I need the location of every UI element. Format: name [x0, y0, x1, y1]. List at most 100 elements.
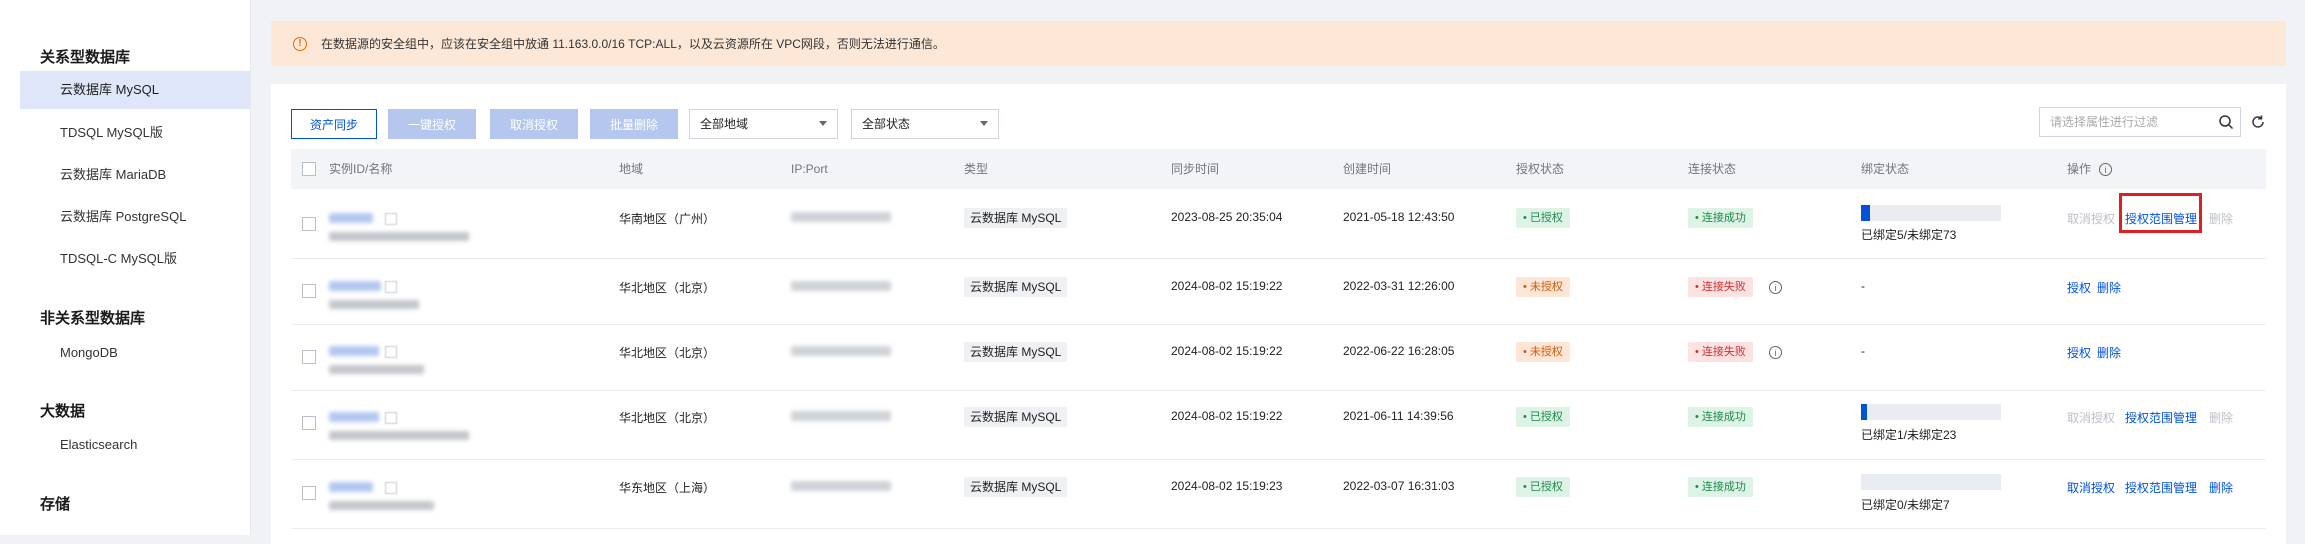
row-checkbox[interactable]: [302, 284, 316, 298]
conn-status-text: 连接失败: [1701, 281, 1746, 293]
sync-time-cell: 2024-08-02 15:19:22: [1171, 409, 1283, 423]
instance-name: [329, 431, 469, 440]
conn-status-badge: • 连接成功: [1688, 407, 1753, 427]
row-checkbox[interactable]: [302, 416, 316, 430]
auth-link[interactable]: 授权: [2067, 344, 2091, 361]
bind-progress-bar: [1861, 404, 2001, 420]
region-cell: 华南地区（广州）: [619, 212, 716, 226]
sidebar-item-mariadb[interactable]: 云数据库 MariaDB: [20, 156, 250, 194]
type-tag: 云数据库 MySQL: [964, 342, 1068, 362]
copy-icon[interactable]: [385, 482, 397, 494]
cancel-auth-link[interactable]: 取消授权: [2067, 210, 2115, 227]
delete-link[interactable]: 删除: [2097, 279, 2121, 296]
bind-progress-fill: [1861, 404, 1867, 420]
info-icon[interactable]: i: [1769, 281, 1782, 294]
status-select-value: 全部状态: [862, 117, 911, 131]
chevron-down-icon: [819, 121, 827, 126]
instance-id-link[interactable]: [329, 213, 373, 223]
instance-id-link[interactable]: [329, 281, 381, 291]
created-time-cell: 2022-03-31 12:26:00: [1343, 279, 1455, 293]
sidebar-item-postgresql[interactable]: 云数据库 PostgreSQL: [20, 198, 250, 236]
conn-status-text: 连接成功: [1701, 411, 1746, 423]
auth-scope-manage-link[interactable]: 授权范围管理: [2125, 409, 2197, 426]
cancel-auth-link[interactable]: 取消授权: [2067, 409, 2115, 426]
conn-status-badge: • 连接成功: [1688, 208, 1753, 228]
bind-status-text: 已绑定0/未绑定7: [1861, 498, 1950, 512]
region-select[interactable]: 全部地域: [689, 109, 838, 139]
conn-status-text: 连接成功: [1701, 212, 1746, 224]
created-time-cell: 2022-06-22 16:28:05: [1343, 344, 1455, 358]
select-all-checkbox[interactable]: [302, 162, 316, 176]
sync-time-cell: 2024-08-02 15:19:22: [1171, 344, 1283, 358]
sidebar-item-tdsql-c[interactable]: TDSQL-C MySQL版: [20, 240, 250, 278]
auth-status-text: 已授权: [1529, 411, 1563, 423]
delete-link[interactable]: 删除: [2209, 479, 2233, 496]
conn-status-badge: • 连接成功: [1688, 477, 1753, 497]
instance-id-link[interactable]: [329, 346, 379, 356]
type-tag: 云数据库 MySQL: [964, 277, 1068, 297]
delete-link[interactable]: 删除: [2209, 409, 2233, 426]
cancel-auth-link[interactable]: 取消授权: [2067, 479, 2115, 496]
copy-icon[interactable]: [385, 213, 397, 225]
warning-circle-icon: !: [293, 36, 307, 51]
copy-icon[interactable]: [385, 412, 397, 424]
cancel-auth-button[interactable]: 取消授权: [490, 109, 578, 139]
th-bind-status: 绑定状态: [1861, 162, 1910, 176]
auth-status-badge: • 已授权: [1516, 477, 1570, 497]
one-key-auth-button[interactable]: 一键授权: [388, 109, 476, 139]
auth-status-text: 已授权: [1529, 481, 1563, 493]
instance-name: [329, 501, 434, 510]
bind-status-text: 已绑定1/未绑定23: [1861, 428, 1957, 442]
search-icon[interactable]: [2218, 114, 2234, 130]
bind-progress-fill: [1861, 205, 1870, 221]
bind-status-text: -: [1861, 344, 1865, 358]
table-row: 华北地区（北京） 云数据库 MySQL 2024-08-02 15:19:22 …: [291, 324, 2266, 391]
region-cell: 华北地区（北京）: [619, 346, 716, 360]
row-checkbox[interactable]: [302, 350, 316, 364]
batch-delete-button[interactable]: 批量删除: [590, 109, 678, 139]
th-instance: 实例ID/名称: [329, 162, 393, 176]
chevron-down-icon: [980, 121, 988, 126]
sidebar-group-storage: 存储: [40, 496, 71, 513]
auth-status-badge: • 未授权: [1516, 342, 1570, 362]
created-time-cell: 2021-05-18 12:43:50: [1343, 210, 1455, 224]
sidebar-item-tdsql-mysql[interactable]: TDSQL MySQL版: [20, 114, 250, 152]
sidebar-item-mongodb[interactable]: MongoDB: [20, 334, 250, 372]
refresh-icon[interactable]: [2249, 113, 2267, 131]
sidebar-item-mysql[interactable]: 云数据库 MySQL: [20, 71, 250, 109]
delete-link[interactable]: 删除: [2209, 210, 2233, 227]
created-time-cell: 2021-06-11 14:39:56: [1343, 409, 1454, 423]
bind-status-text: -: [1861, 279, 1865, 293]
sync-time-cell: 2023-08-25 20:35:04: [1171, 210, 1283, 224]
auth-scope-manage-link[interactable]: 授权范围管理: [2125, 479, 2197, 496]
info-icon[interactable]: i: [2099, 163, 2112, 176]
ipport-cell: [791, 346, 891, 356]
created-time-cell: 2022-03-07 16:31:03: [1343, 479, 1455, 493]
th-ipport: IP:Port: [791, 162, 828, 176]
row-checkbox[interactable]: [302, 217, 316, 231]
instance-id-link[interactable]: [329, 482, 373, 492]
copy-icon[interactable]: [385, 281, 397, 293]
region-cell: 华北地区（北京）: [619, 411, 716, 425]
delete-link[interactable]: 删除: [2097, 344, 2121, 361]
instance-name: [329, 300, 419, 309]
instance-id-link[interactable]: [329, 412, 379, 422]
region-cell: 华北地区（北京）: [619, 281, 716, 295]
filter-search-input[interactable]: 请选择属性进行过滤: [2039, 107, 2241, 137]
table-header: 实例ID/名称 地域 IP:Port 类型 同步时间 创建时间 授权状态 连接状…: [291, 149, 2266, 189]
row-checkbox[interactable]: [302, 486, 316, 500]
conn-status-text: 连接失败: [1701, 346, 1746, 358]
bind-status-text: 已绑定5/未绑定73: [1861, 228, 1957, 242]
table-row: 华南地区（广州） 云数据库 MySQL 2023-08-25 20:35:04 …: [291, 189, 2266, 259]
copy-icon[interactable]: [385, 346, 397, 358]
conn-status-text: 连接成功: [1701, 481, 1746, 493]
auth-status-text: 未授权: [1529, 281, 1563, 293]
bind-progress-bar: [1861, 474, 2001, 490]
sidebar-item-elasticsearch[interactable]: Elasticsearch: [20, 426, 250, 464]
auth-link[interactable]: 授权: [2067, 279, 2091, 296]
info-icon[interactable]: i: [1769, 346, 1782, 359]
asset-sync-button[interactable]: 资产同步: [291, 109, 377, 139]
status-select[interactable]: 全部状态: [851, 109, 999, 139]
highlight-box: [2119, 193, 2202, 233]
sync-time-cell: 2024-08-02 15:19:23: [1171, 479, 1283, 493]
